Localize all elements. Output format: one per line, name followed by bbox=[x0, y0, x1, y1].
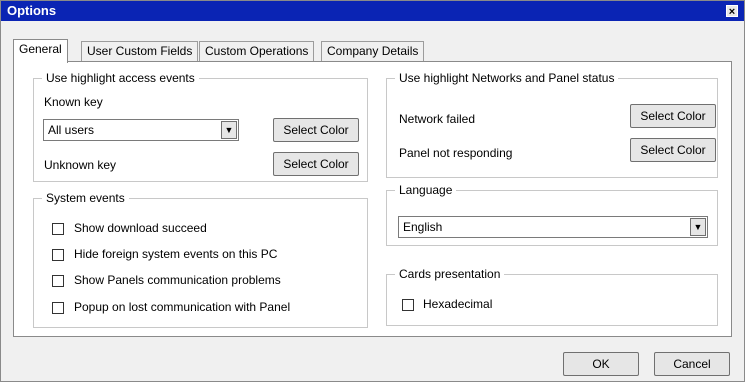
label-hexadecimal: Hexadecimal bbox=[423, 297, 493, 311]
group-access-events: Use highlight access events Known key Al… bbox=[33, 71, 368, 182]
panel-not-responding-select-color-button[interactable]: Select Color bbox=[630, 138, 716, 162]
language-select-value: English bbox=[403, 220, 443, 234]
group-language-legend: Language bbox=[395, 183, 457, 197]
ok-button[interactable]: OK bbox=[563, 352, 639, 376]
options-dialog: Options × General User Custom Fields Cus… bbox=[0, 0, 745, 382]
checkbox-show-download-succeed[interactable] bbox=[52, 223, 64, 235]
known-key-select-value: All users bbox=[48, 123, 95, 137]
tab-custom-operations[interactable]: Custom Operations bbox=[199, 41, 315, 61]
label-hide-foreign-events: Hide foreign system events on this PC bbox=[74, 247, 278, 261]
group-network-status: Use highlight Networks and Panel status … bbox=[386, 71, 718, 178]
known-key-select[interactable]: All users ▼ bbox=[43, 119, 239, 141]
tab-user-custom-fields[interactable]: User Custom Fields bbox=[81, 41, 199, 61]
group-cards-presentation: Cards presentation Hexadecimal bbox=[386, 267, 718, 326]
network-failed-select-color-button[interactable]: Select Color bbox=[630, 104, 716, 128]
title-bar: Options × bbox=[1, 1, 744, 21]
tab-company-details[interactable]: Company Details bbox=[321, 41, 425, 61]
chevron-down-icon[interactable]: ▼ bbox=[221, 121, 237, 139]
label-popup-lost-communication: Popup on lost communication with Panel bbox=[74, 300, 291, 314]
checkbox-popup-lost-communication[interactable] bbox=[52, 302, 64, 314]
cancel-button[interactable]: Cancel bbox=[654, 352, 730, 376]
label-show-download-succeed: Show download succeed bbox=[74, 221, 207, 235]
group-system-events: System events Show download succeed Hide… bbox=[33, 191, 368, 328]
known-key-select-color-button[interactable]: Select Color bbox=[273, 118, 359, 142]
network-failed-label: Network failed bbox=[399, 112, 476, 126]
unknown-key-select-color-button[interactable]: Select Color bbox=[273, 152, 359, 176]
close-button[interactable]: × bbox=[726, 5, 738, 18]
group-system-events-legend: System events bbox=[42, 191, 129, 205]
group-access-events-legend: Use highlight access events bbox=[42, 71, 199, 85]
chevron-down-icon[interactable]: ▼ bbox=[690, 218, 706, 236]
dialog-button-bar: OK Cancel bbox=[1, 344, 744, 381]
group-language: Language English ▼ bbox=[386, 183, 718, 246]
label-show-panels-comm-problems: Show Panels communication problems bbox=[74, 273, 281, 287]
known-key-label: Known key bbox=[44, 95, 103, 109]
checkbox-show-panels-comm-problems[interactable] bbox=[52, 275, 64, 287]
group-network-status-legend: Use highlight Networks and Panel status bbox=[395, 71, 619, 85]
window-title: Options bbox=[7, 3, 57, 18]
panel-not-responding-label: Panel not responding bbox=[399, 146, 513, 160]
tab-general[interactable]: General bbox=[13, 39, 68, 63]
language-select[interactable]: English ▼ bbox=[398, 216, 708, 238]
unknown-key-label: Unknown key bbox=[44, 158, 117, 172]
group-cards-legend: Cards presentation bbox=[395, 267, 505, 281]
checkbox-hide-foreign-events[interactable] bbox=[52, 249, 64, 261]
checkbox-hexadecimal[interactable] bbox=[402, 299, 414, 311]
tab-panel-general: Use highlight access events Known key Al… bbox=[13, 61, 732, 337]
